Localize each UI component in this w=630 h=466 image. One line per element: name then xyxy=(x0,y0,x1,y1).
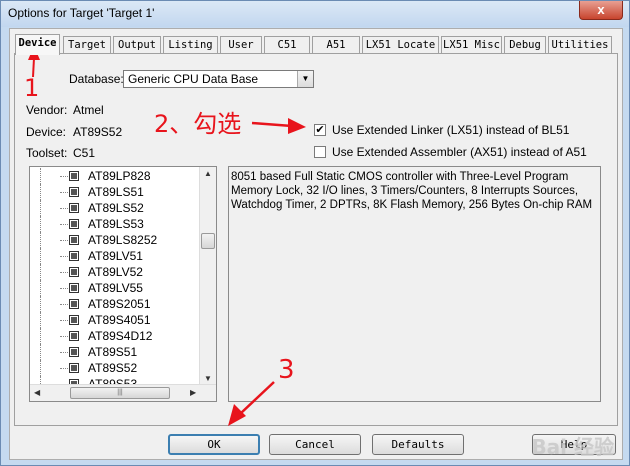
vendor-value: Atmel xyxy=(73,103,104,117)
tab-target[interactable]: Target xyxy=(63,36,111,54)
chevron-down-icon[interactable]: ▼ xyxy=(297,71,313,87)
tab-user[interactable]: User xyxy=(220,36,262,54)
watermark-logo: Bai 经验 xyxy=(531,435,614,459)
device-name: AT89LV51 xyxy=(88,249,143,263)
tree-item[interactable]: AT89S4D12 xyxy=(30,328,198,344)
tree-item[interactable]: AT89LV51 xyxy=(30,248,198,264)
tree-item[interactable]: AT89LS53 xyxy=(30,216,198,232)
tree-item[interactable]: AT89LV55 xyxy=(30,280,198,296)
tab-debug[interactable]: Debug xyxy=(504,36,546,54)
chip-icon xyxy=(69,283,79,293)
device-name: AT89LS51 xyxy=(88,185,144,199)
tab-lx51-misc[interactable]: LX51 Misc xyxy=(441,36,502,54)
step1-label: 1 xyxy=(24,74,40,102)
device-label: Device: xyxy=(26,125,67,139)
description-line: Memory Lock, 32 I/O lines, 3 Timers/Coun… xyxy=(231,185,579,197)
window-title: Options for Target 'Target 1' xyxy=(8,6,155,20)
use-lx51-checkbox[interactable]: ✔ xyxy=(314,124,326,136)
use-ax51-checkbox[interactable] xyxy=(314,146,326,158)
chip-icon xyxy=(69,347,79,357)
chip-icon xyxy=(69,331,79,341)
database-label: Database: xyxy=(69,72,124,86)
database-select[interactable]: Generic CPU Data Base ▼ xyxy=(123,70,314,88)
cancel-button[interactable]: Cancel xyxy=(269,434,361,455)
device-tree[interactable]: AT89LP828 AT89LS51 AT89LS52 AT89LS53 AT8… xyxy=(29,166,217,402)
tree-item-selected[interactable]: AT89S52 xyxy=(30,360,198,376)
device-name: AT89LV55 xyxy=(88,281,143,295)
chip-icon xyxy=(69,203,79,213)
tab-listing[interactable]: Listing xyxy=(163,36,218,54)
vendor-label: Vendor: xyxy=(26,103,68,117)
tab-utilities[interactable]: Utilities xyxy=(548,36,612,54)
device-value: AT89S52 xyxy=(73,125,123,139)
chip-icon xyxy=(69,219,79,229)
device-name: AT89S2051 xyxy=(88,297,151,311)
use-ax51-label[interactable]: Use Extended Assembler (AX51) instead of… xyxy=(332,145,587,159)
vertical-scrollbar[interactable]: ▲ ▼ xyxy=(199,167,216,386)
scroll-down-icon[interactable]: ▼ xyxy=(204,374,212,383)
tab-strip: Device Target Output Listing User C51 A5… xyxy=(14,34,620,55)
scroll-thumb[interactable]: ||| xyxy=(70,387,170,399)
scroll-up-icon[interactable]: ▲ xyxy=(204,169,212,178)
device-name: AT89LS53 xyxy=(88,217,144,231)
scroll-thumb[interactable] xyxy=(201,233,215,249)
description-line: 8051 based Full Static CMOS controller w… xyxy=(231,171,569,183)
device-name: AT89S4051 xyxy=(88,313,151,327)
step3-label: 3 xyxy=(278,355,295,385)
tab-output[interactable]: Output xyxy=(113,36,161,54)
scroll-right-icon[interactable]: ▶ xyxy=(190,388,196,397)
chip-icon xyxy=(69,299,79,309)
defaults-button[interactable]: Defaults xyxy=(372,434,464,455)
horizontal-scrollbar[interactable]: ◀ ||| ▶ xyxy=(30,384,216,401)
tree-item[interactable]: AT89LS52 xyxy=(30,200,198,216)
tree-item[interactable]: AT89LS8252 xyxy=(30,232,198,248)
tree-item[interactable]: AT89S51 xyxy=(30,344,198,360)
device-name: AT89LS8252 xyxy=(88,233,158,247)
device-name: AT89LV52 xyxy=(88,265,143,279)
chip-icon xyxy=(69,187,79,197)
chip-icon xyxy=(69,267,79,277)
options-dialog-window: Options for Target 'Target 1' x Device T… xyxy=(0,0,630,466)
use-lx51-label[interactable]: Use Extended Linker (LX51) instead of BL… xyxy=(332,123,569,137)
toolset-label: Toolset: xyxy=(26,146,68,160)
scroll-left-icon[interactable]: ◀ xyxy=(34,388,40,397)
tab-device[interactable]: Device xyxy=(15,34,60,55)
tree-item[interactable]: AT89LV52 xyxy=(30,264,198,280)
chip-icon xyxy=(69,171,79,181)
chip-icon xyxy=(69,315,79,325)
close-icon: x xyxy=(597,2,605,17)
description-line: Watchdog Timer, 2 DPTRs, 8K Flash Memory… xyxy=(231,199,593,211)
device-name: AT89S4D12 xyxy=(88,329,153,343)
chip-icon xyxy=(69,235,79,245)
tree-item[interactable]: AT89S4051 xyxy=(30,312,198,328)
device-name: AT89LS52 xyxy=(88,201,144,215)
tree-item[interactable]: AT89LS51 xyxy=(30,184,198,200)
tab-c51[interactable]: C51 xyxy=(264,36,310,54)
chip-icon xyxy=(69,251,79,261)
database-value: Generic CPU Data Base xyxy=(128,72,259,86)
title-bar[interactable]: Options for Target 'Target 1' x xyxy=(1,1,629,27)
dialog-body: Device Target Output Listing User C51 A5… xyxy=(9,28,623,460)
chip-icon xyxy=(69,363,79,373)
toolset-value: C51 xyxy=(73,146,96,160)
ok-button[interactable]: OK xyxy=(168,434,260,455)
device-name: AT89S52 xyxy=(88,361,138,375)
device-name: AT89LP828 xyxy=(88,169,151,183)
step2-label: 2、勾选 xyxy=(154,110,242,138)
tab-lx51-locate[interactable]: LX51 Locate xyxy=(362,36,439,54)
tab-a51[interactable]: A51 xyxy=(312,36,360,54)
device-name: AT89S51 xyxy=(88,345,138,359)
close-button[interactable]: x xyxy=(579,1,623,20)
tree-item[interactable]: AT89S2051 xyxy=(30,296,198,312)
tree-item[interactable]: AT89LP828 xyxy=(30,168,198,184)
